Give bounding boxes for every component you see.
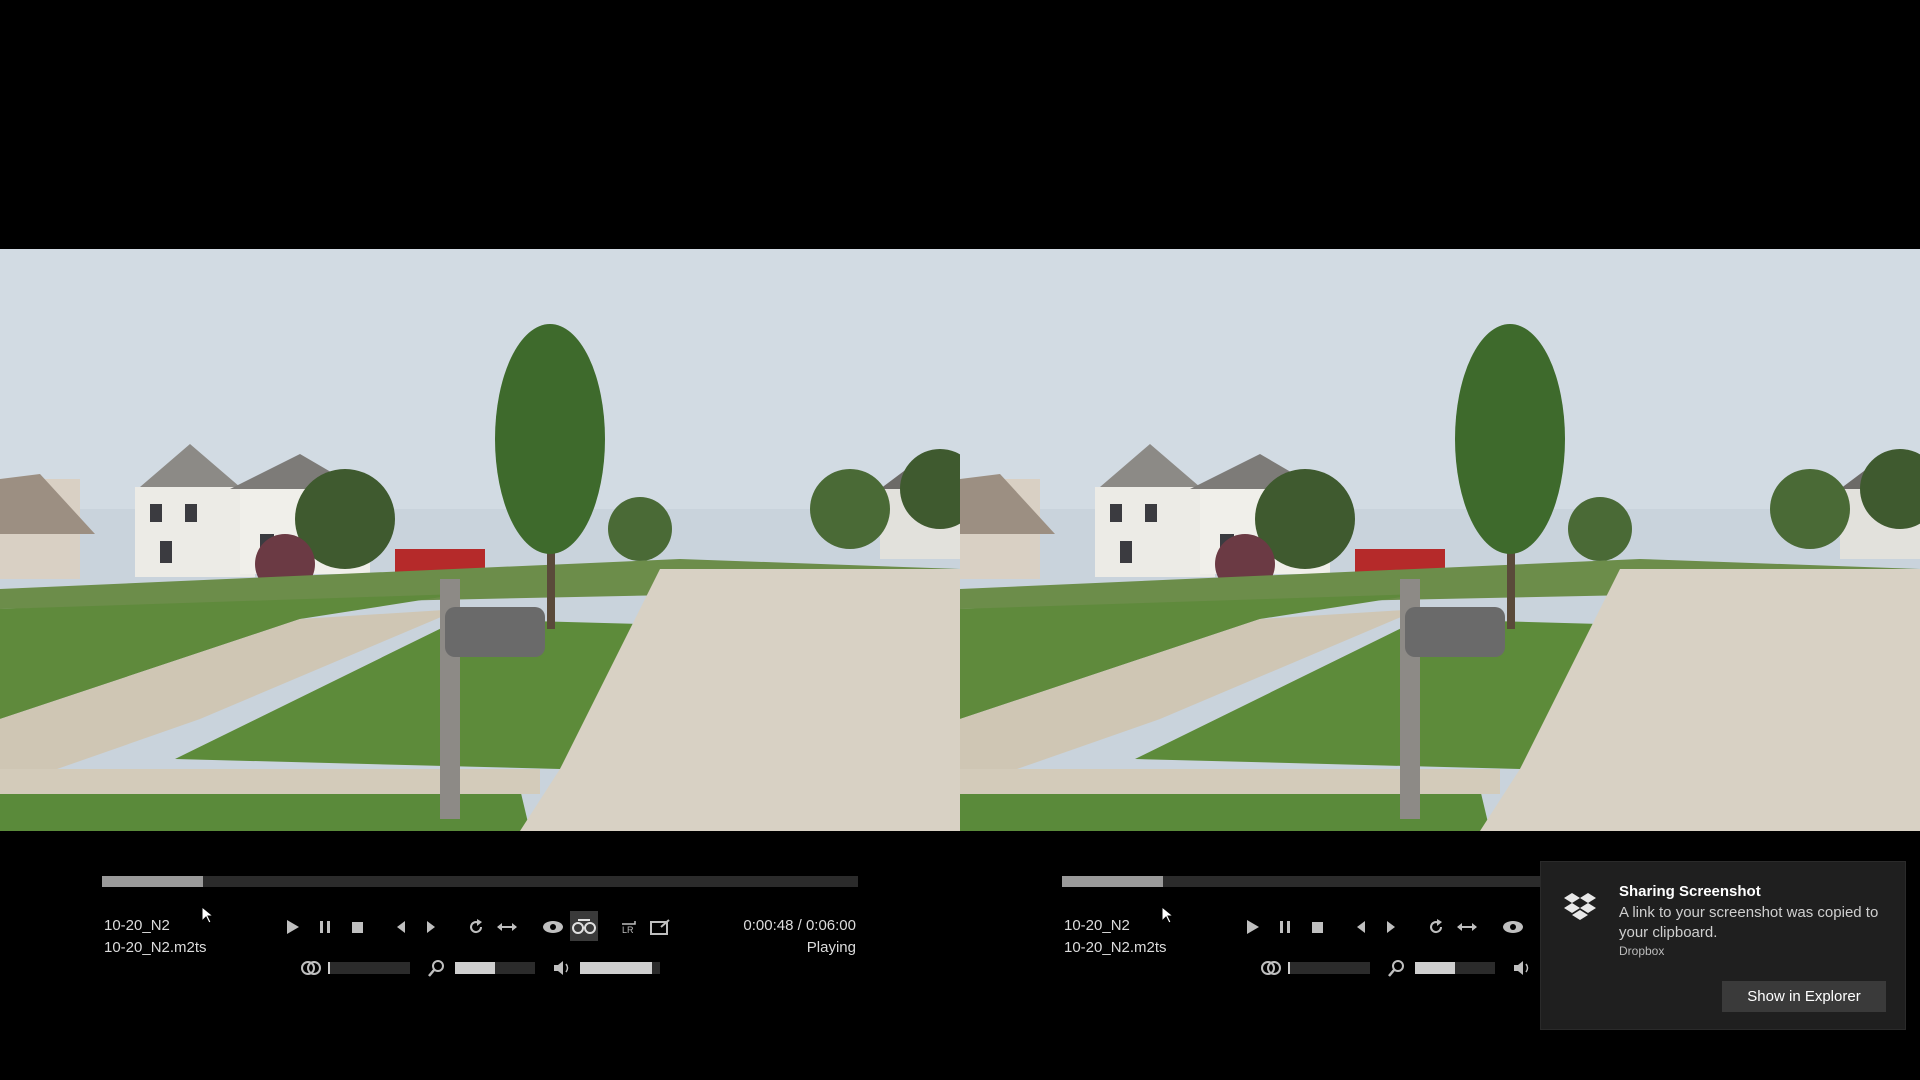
pause-icon[interactable]	[1272, 915, 1298, 939]
volume-icon[interactable]	[549, 956, 575, 980]
dropbox-icon	[1564, 893, 1596, 920]
repeat-icon[interactable]	[463, 915, 489, 939]
mouse-cursor	[1161, 906, 1173, 924]
pause-icon[interactable]	[312, 915, 338, 939]
stop-icon[interactable]	[1304, 915, 1330, 939]
previous-frame-icon[interactable]	[1348, 915, 1374, 939]
next-frame-icon[interactable]	[1378, 915, 1404, 939]
repeat-icon[interactable]	[1423, 915, 1449, 939]
zoom-slider[interactable]	[455, 962, 535, 974]
parallax-slider[interactable]	[1288, 962, 1370, 974]
swap-eyes-icon[interactable]	[1454, 915, 1480, 939]
play-icon[interactable]	[1240, 915, 1266, 939]
playback-status: Playing	[806, 939, 856, 956]
dropbox-notification[interactable]: Sharing Screenshot A link to your screen…	[1540, 861, 1906, 1030]
seek-bar[interactable]	[102, 876, 858, 887]
control-bar: 10-20_N2 10-20_N2.m2ts LR 0:00:48 / 0:06…	[0, 831, 960, 1080]
video-title: 10-20_N2	[104, 917, 170, 934]
previous-frame-icon[interactable]	[388, 915, 414, 939]
parallax-slider[interactable]	[328, 962, 410, 974]
parallax-handle[interactable]	[328, 962, 330, 974]
stop-icon[interactable]	[344, 915, 370, 939]
seek-progress	[1062, 876, 1163, 887]
video-frame[interactable]	[0, 249, 960, 831]
video-frame[interactable]	[960, 249, 1920, 831]
parallax-icon	[1258, 956, 1284, 980]
parallax-icon	[298, 956, 324, 980]
parallax-handle[interactable]	[1288, 962, 1290, 974]
time-readout: 0:00:48 / 0:06:00	[743, 917, 856, 934]
eye-icon[interactable]	[540, 915, 566, 939]
show-in-explorer-button[interactable]: Show in Explorer	[1722, 981, 1886, 1012]
seek-progress	[102, 876, 203, 887]
next-frame-icon[interactable]	[418, 915, 444, 939]
notification-message: A link to your screenshot was copied to …	[1619, 904, 1879, 941]
play-icon[interactable]	[280, 915, 306, 939]
notification-app-name: Dropbox	[1619, 944, 1665, 958]
zoom-level	[455, 962, 495, 974]
left-right-icon[interactable]: LR	[616, 915, 642, 939]
glasses-icon[interactable]	[570, 911, 598, 941]
eye-icon[interactable]	[1500, 915, 1526, 939]
fullscreen-icon[interactable]	[647, 915, 673, 939]
left-player: 10-20_N2 10-20_N2.m2ts LR 0:00:48 / 0:06…	[0, 0, 960, 1080]
mouse-cursor	[201, 906, 213, 924]
video-filename: 10-20_N2.m2ts	[1064, 939, 1167, 956]
zoom-icon	[424, 956, 450, 980]
swap-eyes-icon[interactable]	[494, 915, 520, 939]
volume-icon[interactable]	[1509, 956, 1535, 980]
zoom-level	[1415, 962, 1455, 974]
video-filename: 10-20_N2.m2ts	[104, 939, 207, 956]
volume-slider[interactable]	[580, 962, 660, 974]
notification-title: Sharing Screenshot	[1619, 883, 1761, 900]
zoom-slider[interactable]	[1415, 962, 1495, 974]
svg-text:LR: LR	[622, 925, 634, 935]
zoom-icon	[1384, 956, 1410, 980]
video-title: 10-20_N2	[1064, 917, 1130, 934]
volume-level	[580, 962, 652, 974]
